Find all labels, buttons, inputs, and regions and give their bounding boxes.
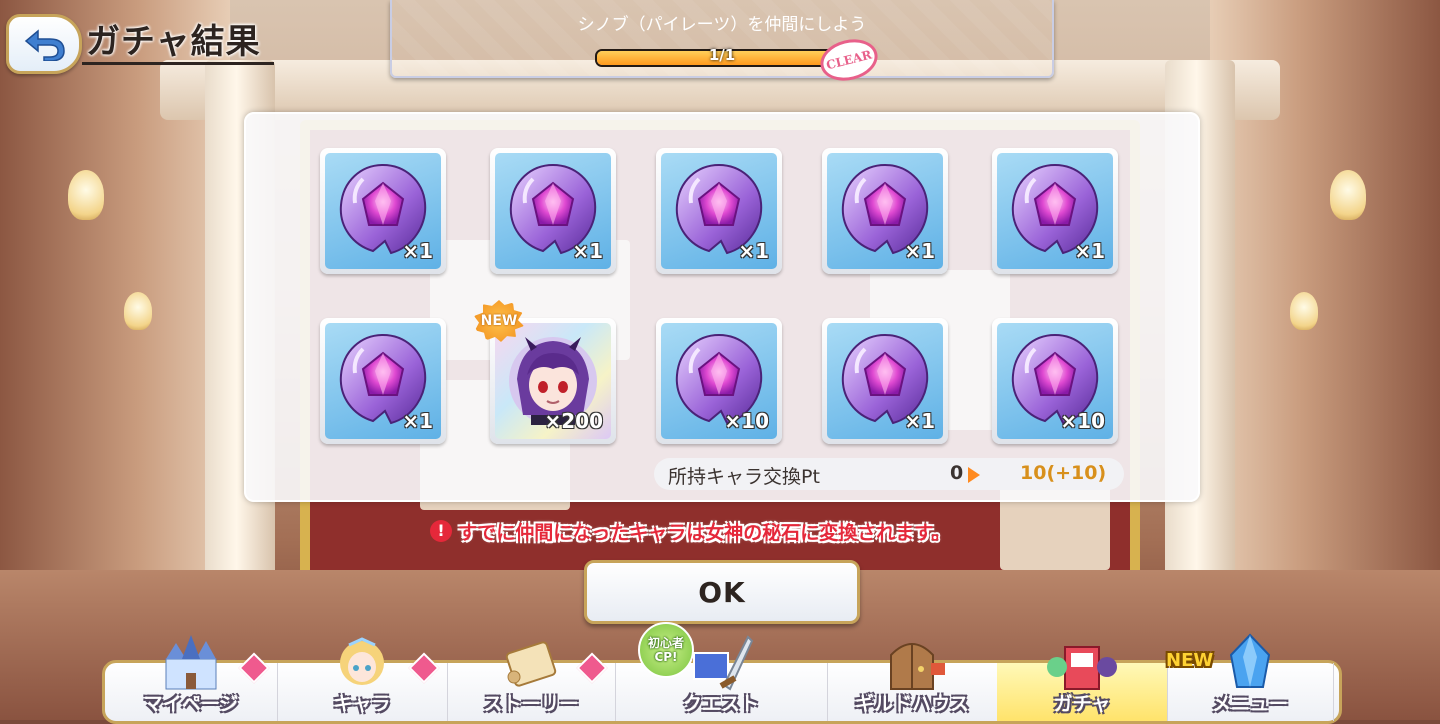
nav-item-door[interactable]: ギルドハウス — [827, 643, 998, 721]
item-quantity: ×10 — [1060, 409, 1105, 433]
item-quantity: ×1 — [402, 409, 433, 433]
result-slot-stone[interactable]: ×1 — [822, 148, 948, 274]
ok-button[interactable]: OK — [584, 560, 860, 624]
item-quantity: ×1 — [402, 239, 433, 263]
nav-label: キャラ — [333, 693, 391, 715]
crystal-icon — [1215, 633, 1285, 693]
wall-lamp-icon — [1290, 292, 1318, 330]
exchange-points-label: 所持キャラ交換Pt — [668, 466, 820, 488]
nav-label: ガチャ — [1053, 693, 1111, 715]
result-slot-stone[interactable]: ×1 — [822, 318, 948, 444]
nav-label: ギルドハウス — [854, 693, 969, 715]
slot-frame: ×1 — [827, 323, 943, 439]
exchange-points-from: 0 — [950, 462, 964, 484]
nav-item-castle[interactable]: マイページ — [105, 635, 278, 721]
item-quantity: ×1 — [904, 409, 935, 433]
result-slot-stone[interactable]: ×1 — [490, 148, 616, 274]
nav-label: マイページ — [143, 693, 239, 715]
nav-item-character[interactable]: キャラ — [277, 637, 448, 721]
slot-frame: ×200 — [495, 323, 611, 439]
warning-icon: ! — [430, 520, 452, 542]
menu-new-tag: NEW — [1166, 650, 1214, 671]
result-slot-stone[interactable]: ×1 — [320, 318, 446, 444]
character-icon — [327, 633, 397, 693]
nav-label: メニュー — [1211, 693, 1288, 715]
conversion-notice: すでに仲間になったキャラは女神の秘石に変換されます。 — [458, 522, 951, 544]
slot-frame: ×1 — [827, 153, 943, 269]
slot-frame: ×1 — [325, 153, 441, 269]
result-slot-stone[interactable]: ×10 — [992, 318, 1118, 444]
nav-label: ストーリー — [483, 693, 579, 715]
item-quantity: ×1 — [1074, 239, 1105, 263]
nav-item-crystal[interactable]: メニュー — [1167, 633, 1334, 721]
item-quantity: ×200 — [544, 409, 603, 433]
back-button[interactable] — [6, 14, 82, 74]
item-quantity: ×1 — [572, 239, 603, 263]
slot-frame: ×1 — [661, 153, 777, 269]
beginner-tag-line1: 初心者 — [647, 636, 684, 650]
nav-label: クエスト — [682, 693, 759, 715]
wall-lamp-icon — [124, 292, 152, 330]
mission-progress-text: 1/1 — [708, 46, 736, 64]
result-slot-stone[interactable]: ×1 — [656, 148, 782, 274]
nav-item-sword[interactable]: クエスト — [615, 635, 828, 721]
arrow-right-icon — [968, 467, 980, 483]
result-slot-stone[interactable]: ×1 — [992, 148, 1118, 274]
item-quantity: ×1 — [738, 239, 769, 263]
slot-frame: ×1 — [997, 153, 1113, 269]
nav-item-scroll[interactable]: ストーリー — [447, 641, 616, 721]
slot-frame: ×1 — [325, 323, 441, 439]
door-icon — [877, 633, 947, 693]
beginner-campaign-badge: 初心者 CP! — [638, 622, 694, 678]
result-slot-stone[interactable]: ×1 — [320, 148, 446, 274]
slot-frame: ×1 — [495, 153, 611, 269]
result-slot-stone[interactable]: ×10 — [656, 318, 782, 444]
castle-icon — [156, 633, 226, 693]
title-underline — [82, 62, 274, 65]
item-quantity: ×10 — [724, 409, 769, 433]
sword-icon — [686, 633, 756, 693]
gacha-icon — [1047, 633, 1117, 693]
slot-frame: ×10 — [997, 323, 1113, 439]
exchange-points-to: 10(+10) — [1020, 462, 1107, 484]
bottom-nav: マイページ キャラ ストーリー クエスト ギルドハウス ガチャ メニュー — [102, 633, 1342, 724]
nav-item-gacha[interactable]: ガチャ — [997, 646, 1168, 721]
mission-text: シノブ（パイレーツ）を仲間にしよう — [577, 15, 867, 35]
beginner-tag-line2: CP! — [654, 650, 678, 664]
item-quantity: ×1 — [904, 239, 935, 263]
wall-lamp-icon — [68, 170, 104, 220]
result-slot-character[interactable]: ×200 NEW — [474, 300, 616, 444]
mission-banner[interactable]: シノブ（パイレーツ）を仲間にしよう 1/1 CLEAR — [390, 0, 1054, 87]
results-panel: ×1 ×1 ×1 ×1 ×1 ×1 ×200 NEW ×10 ×1 ×10 所持… — [244, 112, 1200, 502]
slot-frame: ×10 — [661, 323, 777, 439]
exchange-points-row: 所持キャラ交換Pt 0 10(+10) — [654, 458, 1124, 490]
wall-lamp-icon — [1330, 170, 1366, 220]
back-arrow-icon — [24, 29, 65, 61]
page-title: ガチャ結果 — [86, 22, 261, 62]
scroll-icon — [496, 633, 566, 693]
